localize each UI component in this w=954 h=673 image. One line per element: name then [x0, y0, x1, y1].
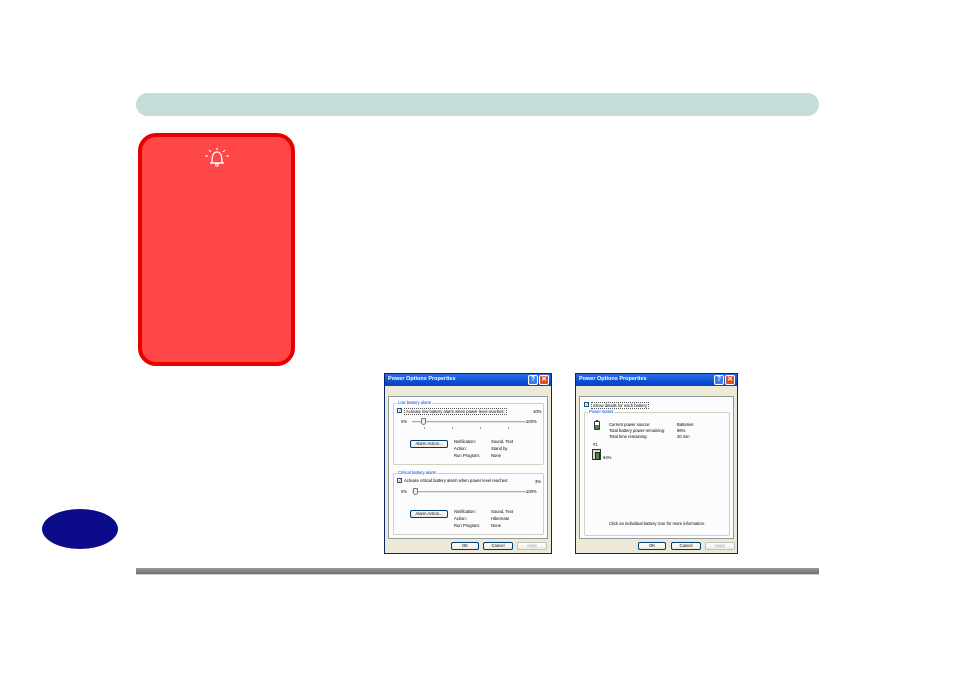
- slider-tick: [452, 427, 453, 429]
- notification-label: Notification:: [454, 439, 476, 444]
- critical-alarm-slider-thumb[interactable]: [413, 488, 419, 495]
- cancel-button[interactable]: Cancel: [671, 542, 701, 550]
- time-remaining-value: 20 min: [677, 434, 690, 439]
- critical-battery-group: Critical battery alarm ✓ Activate critic…: [393, 470, 544, 535]
- notification-value: Sound, Text: [491, 439, 514, 444]
- action-label: Action:: [454, 446, 467, 451]
- power-source-value: Batteries: [677, 422, 694, 427]
- run-program-label: Run Program:: [454, 453, 481, 458]
- battery-name: #1: [593, 442, 598, 447]
- slider-max-label: 100%: [526, 419, 537, 424]
- ok-button[interactable]: OK: [638, 542, 666, 550]
- tab-panel: Low battery alarm ✓ Activate low battery…: [388, 396, 548, 539]
- dialog-title: Power Options Properties: [388, 376, 456, 382]
- tab-panel: ✓ Show details for each battery Power st…: [579, 396, 734, 539]
- power-remaining-label: Total battery power remaining:: [609, 428, 666, 433]
- notification-value: Sound, Text: [491, 509, 514, 514]
- run-program-value: None: [491, 523, 502, 528]
- page-number-badge: [42, 509, 118, 549]
- apply-button[interactable]: Apply: [705, 542, 735, 550]
- slider-max-label: 100%: [526, 489, 537, 494]
- time-remaining-label: Total time remaining:: [609, 434, 648, 439]
- critical-alarm-label: Activate critical battery alarm when pow…: [404, 478, 509, 483]
- low-alarm-slider-thumb[interactable]: [421, 418, 427, 425]
- action-label: Action:: [454, 516, 467, 521]
- action-value: Hibernate: [491, 516, 510, 521]
- close-button[interactable]: ✕: [725, 375, 735, 385]
- power-options-dialog-meter: Power Options Properties ? ✕ Power Schem…: [575, 373, 738, 554]
- slider-min-label: 0%: [401, 489, 408, 494]
- show-details-label: Show details for each battery: [591, 402, 650, 409]
- low-alarm-checkbox[interactable]: ✓: [397, 408, 402, 414]
- power-remaining-value: 96%: [677, 428, 686, 433]
- dialog-titlebar: Power Options Properties ? ✕: [576, 374, 737, 386]
- low-alarm-slider-track: [412, 421, 526, 423]
- cancel-button[interactable]: Cancel: [483, 542, 513, 550]
- low-alarm-action-button[interactable]: Alarm Action...: [410, 440, 448, 448]
- low-alarm-label: Activate low battery alarm when power le…: [404, 408, 507, 415]
- footer-rule-highlight: [136, 574, 819, 575]
- header-bar: [136, 93, 819, 116]
- group-title: Low battery alarm: [397, 400, 433, 405]
- run-program-value: None: [491, 453, 502, 458]
- slider-min-label: 0%: [401, 419, 408, 424]
- power-source-label: Current power source:: [609, 422, 651, 427]
- run-program-label: Run Program:: [454, 523, 481, 528]
- critical-alarm-slider-track: [412, 491, 526, 493]
- critical-alarm-action-button[interactable]: Alarm Action...: [410, 510, 448, 518]
- slider-tick: [424, 427, 425, 429]
- low-alarm-value: 10%: [533, 409, 542, 414]
- power-status-group: Power status Current power source: Batte…: [584, 409, 730, 536]
- low-battery-group: Low battery alarm ✓ Activate low battery…: [393, 400, 544, 465]
- dialog-titlebar: Power Options Properties ? ✕: [385, 374, 551, 386]
- battery-1-icon[interactable]: [592, 449, 601, 460]
- critical-alarm-value: 3%: [535, 479, 542, 484]
- dialog-title: Power Options Properties: [579, 376, 647, 382]
- critical-alarm-checkbox[interactable]: ✓: [397, 478, 402, 484]
- notification-label: Notification:: [454, 509, 476, 514]
- slider-tick: [508, 427, 509, 429]
- show-details-checkbox[interactable]: ✓: [584, 402, 589, 408]
- apply-button[interactable]: Apply: [517, 542, 547, 550]
- help-button[interactable]: ?: [714, 375, 724, 385]
- battery-1-percent: 94%: [603, 455, 612, 460]
- group-title: Critical battery alarm: [397, 470, 438, 475]
- group-title: Power status: [588, 409, 615, 414]
- alarm-bell-icon: [205, 148, 229, 167]
- action-value: Stand by: [491, 446, 508, 451]
- power-options-dialog-alarms: Power Options Properties ? ✕ Power Schem…: [384, 373, 552, 554]
- close-button[interactable]: ✕: [539, 375, 549, 385]
- ok-button[interactable]: OK: [451, 542, 479, 550]
- warning-box: [138, 133, 295, 366]
- battery-status-icon: [594, 420, 600, 430]
- help-button[interactable]: ?: [528, 375, 538, 385]
- slider-tick: [480, 427, 481, 429]
- battery-hint: Click an individual battery icon for mor…: [609, 521, 706, 526]
